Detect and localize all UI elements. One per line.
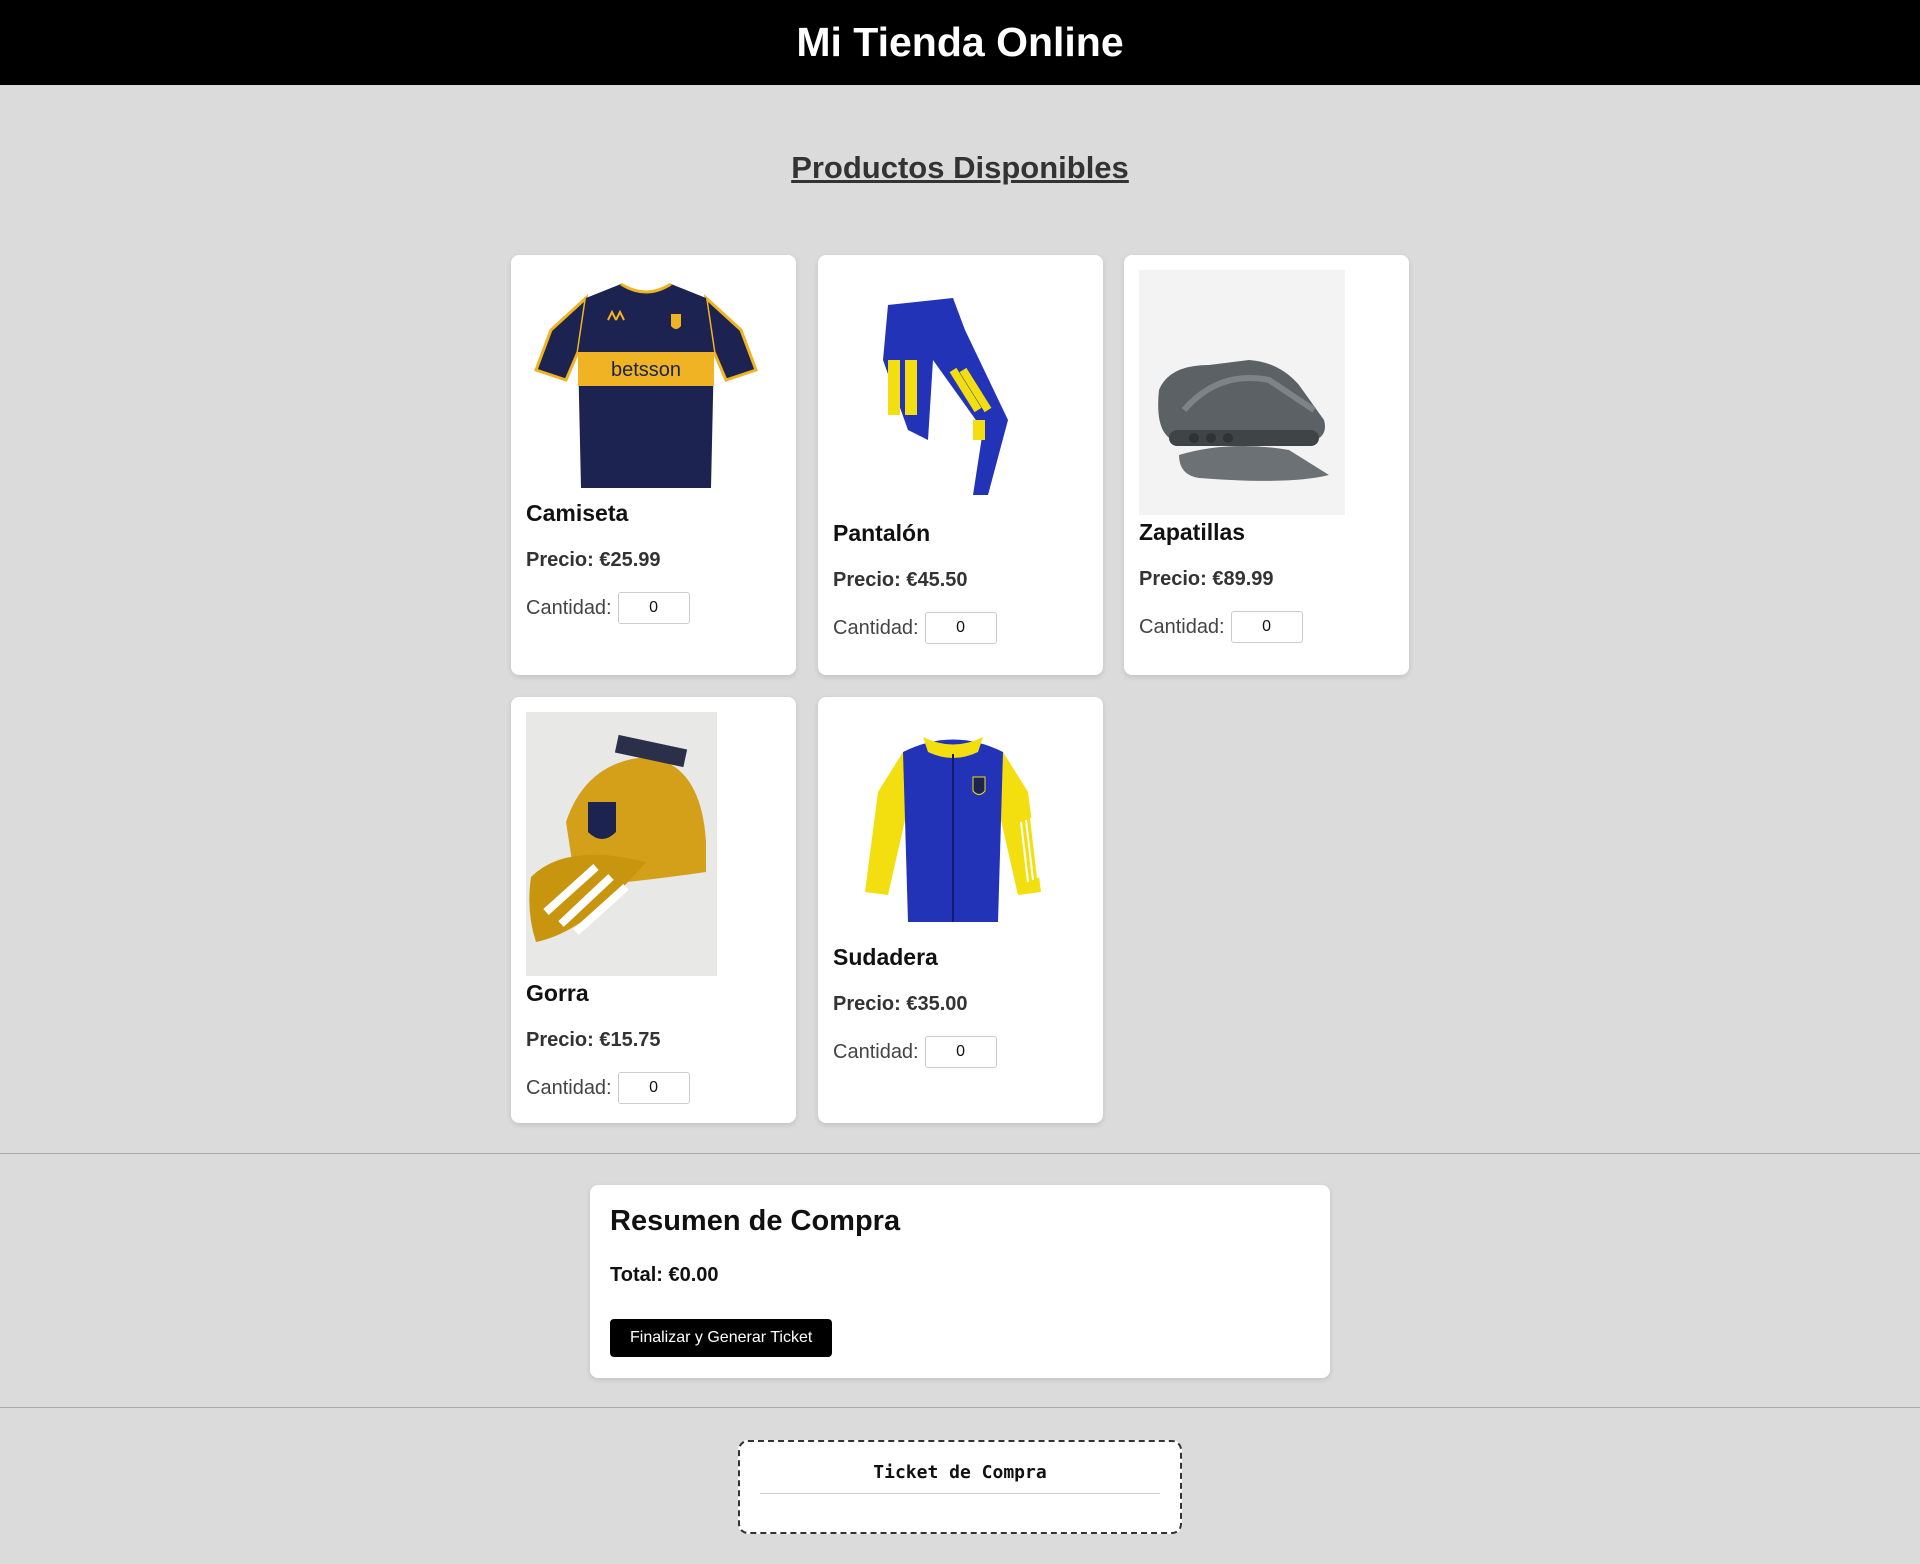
quantity-label: Cantidad: <box>1139 615 1225 638</box>
quantity-label: Cantidad: <box>526 596 612 619</box>
sneakers-image <box>1139 270 1345 515</box>
quantity-input-gorra[interactable] <box>617 1072 690 1104</box>
purchase-ticket: Ticket de Compra <box>738 1440 1182 1534</box>
product-card-sudadera: Sudadera Precio: €35.00 Cantidad: <box>818 697 1103 1123</box>
generate-ticket-button[interactable]: Finalizar y Generar Ticket <box>610 1319 833 1357</box>
summary-title: Resumen de Compra <box>610 1205 901 1237</box>
site-title: Mi Tienda Online <box>796 19 1124 65</box>
section-divider <box>0 1407 1920 1408</box>
product-card-gorra: Gorra Precio: €15.75 Cantidad: <box>511 697 796 1123</box>
section-divider <box>0 1153 1920 1154</box>
product-price: Precio: €45.50 <box>833 569 968 591</box>
product-price: Precio: €15.75 <box>526 1029 661 1051</box>
summary-total: Total: €0.00 <box>610 1264 719 1286</box>
product-name: Sudadera <box>833 944 938 970</box>
quantity-row: Cantidad: <box>833 612 1088 644</box>
products-heading: Productos Disponibles <box>791 150 1129 185</box>
product-price: Precio: €35.00 <box>833 993 968 1015</box>
site-header: Mi Tienda Online <box>0 0 1920 85</box>
product-card-camiseta: betsson Camiseta Precio: €25.99 Cantidad… <box>511 255 796 675</box>
product-price: Precio: €25.99 <box>526 549 661 571</box>
product-card-pantalon: Pantalón Precio: €45.50 Cantidad: <box>818 255 1103 675</box>
cap-image <box>526 712 717 976</box>
quantity-label: Cantidad: <box>833 616 919 639</box>
quantity-input-camiseta[interactable] <box>617 592 690 624</box>
quantity-input-sudadera[interactable] <box>924 1036 997 1068</box>
quantity-label: Cantidad: <box>833 1040 919 1063</box>
quantity-label: Cantidad: <box>526 1076 612 1099</box>
quantity-row: Cantidad: <box>526 592 781 624</box>
jersey-image: betsson <box>526 270 766 490</box>
svg-text:betsson: betsson <box>611 359 681 381</box>
jacket-image <box>833 712 1073 942</box>
quantity-row: Cantidad: <box>526 1072 781 1104</box>
ticket-title: Ticket de Compra <box>760 1462 1160 1494</box>
quantity-input-zapatillas[interactable] <box>1230 611 1303 643</box>
quantity-row: Cantidad: <box>1139 611 1394 643</box>
product-name: Zapatillas <box>1139 519 1246 545</box>
pants-image <box>833 270 1073 510</box>
purchase-summary: Resumen de Compra Total: €0.00 Finalizar… <box>590 1185 1330 1378</box>
product-card-zapatillas: Zapatillas Precio: €89.99 Cantidad: <box>1124 255 1409 675</box>
product-name: Pantalón <box>833 520 931 546</box>
product-name: Gorra <box>526 980 589 1006</box>
quantity-input-pantalon[interactable] <box>924 612 997 644</box>
quantity-row: Cantidad: <box>833 1036 1088 1068</box>
product-name: Camiseta <box>526 500 629 526</box>
product-price: Precio: €89.99 <box>1139 568 1274 590</box>
